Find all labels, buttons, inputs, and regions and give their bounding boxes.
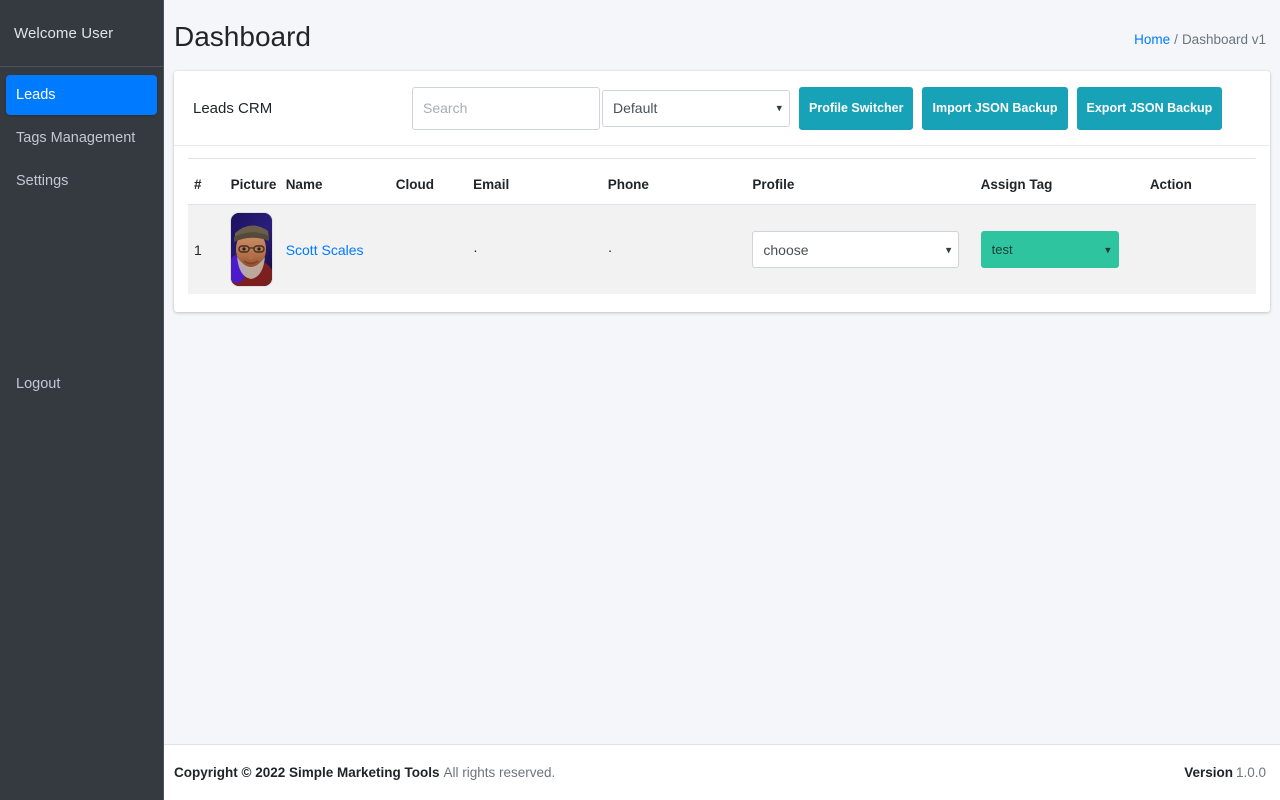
sidebar: Welcome User Leads Tags Management Setti… <box>0 0 164 800</box>
welcome-user-label: Welcome User <box>14 24 114 42</box>
import-json-backup-button[interactable]: Import JSON Backup <box>922 86 1068 130</box>
profile-switcher-button[interactable]: Profile Switcher <box>799 86 914 130</box>
cell-profile: choose ▾ <box>746 204 975 294</box>
column-header-profile: Profile <box>746 158 975 205</box>
column-header-cloud: Cloud <box>389 158 468 205</box>
lead-name-link[interactable]: Scott Scales <box>286 242 364 258</box>
breadcrumb-home-link[interactable]: Home <box>1134 32 1170 47</box>
breadcrumb-separator: / <box>1174 32 1178 47</box>
column-header-phone: Phone <box>601 158 747 205</box>
sidebar-item-leads[interactable]: Leads <box>6 75 157 115</box>
sidebar-bottom-nav: Logout <box>0 364 163 407</box>
sidebar-item-logout[interactable]: Logout <box>6 364 157 404</box>
main-footer: Copyright © 2022 Simple Marketing Tools A… <box>164 744 1280 800</box>
profile-filter-wrap: Default ▾ <box>600 89 790 127</box>
row-profile-select-wrap: choose ▾ <box>752 231 960 268</box>
sidebar-item-tags-management[interactable]: Tags Management <box>6 118 157 158</box>
column-header-assign-tag: Assign Tag <box>974 158 1144 205</box>
sidebar-item-label-settings: Settings <box>16 173 69 189</box>
main-spacer <box>164 328 1280 744</box>
row-assign-tag-select[interactable]: test <box>980 231 1119 268</box>
cell-index: 1 <box>188 204 225 294</box>
breadcrumb: Home / Dashboard v1 <box>1134 32 1268 47</box>
sidebar-brand: Welcome User <box>0 0 163 67</box>
sidebar-nav: Leads Tags Management Settings <box>0 67 163 204</box>
cell-email: · <box>467 204 602 294</box>
card-title: Leads CRM <box>193 99 273 117</box>
row-profile-select[interactable]: choose <box>752 231 960 268</box>
column-header-picture: Picture <box>224 158 280 205</box>
card-body: # Picture Name Cloud Email Phone Profile… <box>174 146 1270 312</box>
column-header-name: Name <box>279 158 390 205</box>
export-json-backup-button[interactable]: Export JSON Backup <box>1076 86 1223 130</box>
profile-filter-select[interactable]: Default <box>602 89 790 127</box>
footer-copyright-strong: Copyright © 2022 Simple Marketing Tools <box>174 765 440 780</box>
main-content: Dashboard Home /Dashboard v1 Leads CRM De… <box>164 0 1280 800</box>
column-header-index: # <box>188 158 225 205</box>
sidebar-item-label-tags-management: Tags Management <box>16 130 136 146</box>
leads-table-body: 1 Scott Scales · · choose ▾ test ▾ <box>188 204 1256 294</box>
table-row: 1 Scott Scales · · choose ▾ test ▾ <box>188 204 1256 294</box>
leads-table: # Picture Name Cloud Email Phone Profile… <box>188 158 1256 294</box>
avatar-photo <box>230 213 272 286</box>
cell-name: Scott Scales <box>279 204 390 294</box>
footer-version-number: 1.0.0 <box>1235 765 1266 780</box>
column-header-email: Email <box>467 158 602 205</box>
row-tag-select-wrap: test ▾ <box>980 231 1119 268</box>
sidebar-item-label-logout: Logout <box>16 376 61 392</box>
cell-assign-tag: test ▾ <box>974 204 1144 294</box>
footer-copyright: Copyright © 2022 Simple Marketing Tools A… <box>174 765 555 780</box>
content-area: Leads CRM Default ▾ Profile Switcher Imp… <box>164 71 1280 328</box>
cell-cloud <box>389 204 468 294</box>
card-header-tools: Default ▾ Profile Switcher Import JSON B… <box>412 86 1223 130</box>
app-root: Welcome User Leads Tags Management Setti… <box>0 0 1280 800</box>
leads-crm-card: Leads CRM Default ▾ Profile Switcher Imp… <box>174 71 1270 312</box>
footer-version: Version 1.0.0 <box>1184 765 1266 780</box>
breadcrumb-current: Dashboard v1 <box>1181 32 1266 47</box>
leads-table-head: # Picture Name Cloud Email Phone Profile… <box>188 158 1256 205</box>
avatar <box>230 213 272 286</box>
cell-action <box>1143 204 1256 294</box>
table-header-row: # Picture Name Cloud Email Phone Profile… <box>188 158 1256 205</box>
cell-phone: · <box>601 204 747 294</box>
sidebar-item-label-leads: Leads <box>16 87 56 103</box>
footer-copyright-rest: All rights reserved. <box>443 765 556 780</box>
page-title: Dashboard <box>174 21 311 52</box>
cell-picture <box>224 204 280 294</box>
footer-version-label: Version <box>1184 765 1233 780</box>
column-header-action: Action <box>1143 158 1256 205</box>
search-input[interactable] <box>412 86 600 130</box>
card-header: Leads CRM Default ▾ Profile Switcher Imp… <box>174 71 1270 146</box>
content-header: Dashboard Home / Dashboard v1 <box>164 0 1280 71</box>
sidebar-item-settings[interactable]: Settings <box>6 161 157 201</box>
